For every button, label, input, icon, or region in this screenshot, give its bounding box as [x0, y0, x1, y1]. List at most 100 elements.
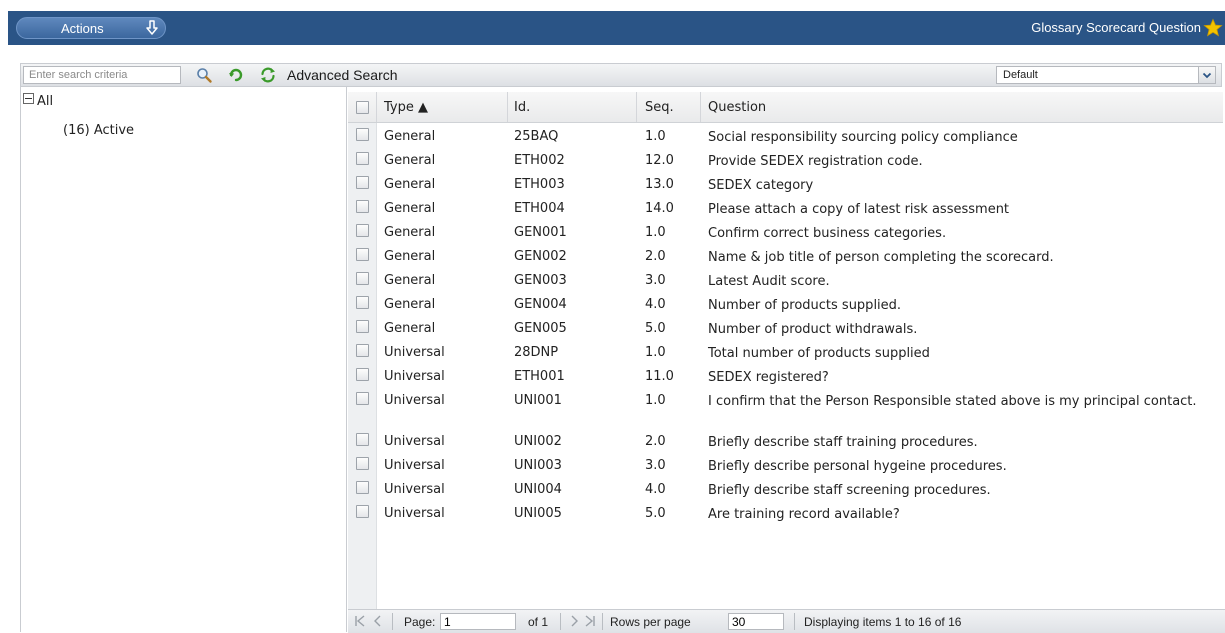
last-page-icon[interactable]	[584, 615, 596, 627]
row-checkbox[interactable]	[356, 152, 369, 165]
cell-question: Number of products supplied.	[708, 298, 902, 313]
display-summary: Displaying items 1 to 16 of 16	[804, 615, 962, 629]
top-bar: Actions Glossary Scorecard Question	[8, 11, 1225, 45]
favorite-star-icon[interactable]	[1203, 18, 1223, 38]
cell-id: GEN003	[514, 273, 567, 288]
cell-id: ETH001	[514, 369, 565, 384]
select-all-checkbox[interactable]	[356, 101, 369, 114]
table-row[interactable]: General 25BAQ 1.0 Social responsibility sou…	[348, 125, 1223, 149]
cell-question: Latest Audit score.	[708, 274, 830, 289]
table-row[interactable]: General ETH002 12.0 Provide SEDEX registrat…	[348, 149, 1223, 173]
cell-id: ETH003	[514, 177, 565, 192]
cell-id: UNI005	[514, 506, 562, 521]
previous-page-icon[interactable]	[372, 615, 384, 627]
row-checkbox[interactable]	[356, 505, 369, 518]
cell-type: Universal	[384, 369, 445, 384]
view-select-value: Default	[1003, 69, 1038, 81]
cell-type: General	[384, 177, 436, 192]
table-row[interactable]: Universal UNI005 5.0 Are training record av…	[348, 502, 1223, 526]
pagination-bar: Page: of 1 Rows per page Displaying item…	[348, 609, 1225, 633]
cell-question: Are training record available?	[708, 507, 900, 522]
cell-id: UNI001	[514, 393, 562, 408]
cell-seq: 1.0	[645, 345, 666, 360]
cell-id: 28DNP	[514, 345, 559, 360]
row-checkbox[interactable]	[356, 457, 369, 470]
row-checkbox[interactable]	[356, 433, 369, 446]
cell-id: UNI004	[514, 482, 562, 497]
cell-question: Briefly describe staff training procedur…	[708, 435, 978, 450]
table-row[interactable]: General GEN005 5.0 Number of product withdr…	[348, 317, 1223, 341]
table-row[interactable]: General ETH003 13.0 SEDEX category	[348, 173, 1223, 197]
cell-seq: 2.0	[645, 434, 666, 449]
cell-type: General	[384, 297, 436, 312]
clear-search-icon[interactable]	[227, 66, 245, 84]
cell-question: Social responsibility sourcing policy co…	[708, 130, 1018, 145]
row-checkbox[interactable]	[356, 176, 369, 189]
refresh-icon[interactable]	[259, 66, 277, 84]
cell-question: I confirm that the Person Responsible st…	[708, 394, 1197, 409]
table-row[interactable]: Universal 28DNP 1.0 Total number of product…	[348, 341, 1223, 365]
next-page-icon[interactable]	[568, 615, 580, 627]
cell-question: Total number of products supplied	[708, 346, 930, 361]
table-row[interactable]: Universal UNI004 4.0 Briefly describe staff…	[348, 478, 1223, 502]
cell-question: Number of product withdrawals.	[708, 322, 918, 337]
row-checkbox[interactable]	[356, 481, 369, 494]
search-icon[interactable]	[195, 66, 213, 84]
row-checkbox[interactable]	[356, 200, 369, 213]
cell-question: Please attach a copy of latest risk asse…	[708, 202, 1010, 217]
cell-id: GEN004	[514, 297, 567, 312]
tree-item-active[interactable]: (16) Active	[63, 123, 134, 138]
table-row[interactable]: General GEN004 4.0 Number of products suppl…	[348, 293, 1223, 317]
row-checkbox[interactable]	[356, 296, 369, 309]
table-row[interactable]: Universal UNI001 1.0 I confirm that the Per…	[348, 389, 1223, 413]
cell-seq: 4.0	[645, 297, 666, 312]
row-checkbox[interactable]	[356, 392, 369, 405]
row-checkbox[interactable]	[356, 320, 369, 333]
cell-id: UNI003	[514, 458, 562, 473]
actions-button[interactable]: Actions	[16, 17, 166, 39]
chevron-down-icon[interactable]	[1198, 67, 1215, 83]
tree-root-all[interactable]: All	[23, 93, 53, 109]
cell-type: General	[384, 321, 436, 336]
row-checkbox[interactable]	[356, 272, 369, 285]
row-checkbox[interactable]	[356, 368, 369, 381]
table-row[interactable]: Universal UNI002 2.0 Briefly describe staff…	[348, 430, 1223, 454]
actions-label: Actions	[61, 21, 104, 36]
row-checkbox[interactable]	[356, 128, 369, 141]
grid-header: Type ▲ Id. Seq. Question	[348, 92, 1223, 123]
column-header-type[interactable]: Type ▲	[384, 100, 428, 115]
table-row[interactable]: General GEN001 1.0 Confirm correct business…	[348, 221, 1223, 245]
question-grid: Type ▲ Id. Seq. Question General 25BAQ 1.0…	[348, 92, 1225, 632]
column-header-seq[interactable]: Seq.	[645, 100, 674, 115]
cell-type: Universal	[384, 482, 445, 497]
rows-per-page-input[interactable]	[728, 613, 784, 630]
cell-seq: 3.0	[645, 458, 666, 473]
cell-seq: 12.0	[645, 153, 674, 168]
page-count-label: of 1	[528, 615, 549, 629]
row-checkbox[interactable]	[356, 344, 369, 357]
cell-seq: 4.0	[645, 482, 666, 497]
table-row[interactable]: Universal UNI003 3.0 Briefly describe perso…	[348, 454, 1223, 478]
cell-seq: 3.0	[645, 273, 666, 288]
table-row[interactable]: General GEN002 2.0 Name & job title of pers…	[348, 245, 1223, 269]
table-row[interactable]: General ETH004 14.0 Please attach a copy of…	[348, 197, 1223, 221]
cell-id: GEN005	[514, 321, 567, 336]
advanced-search-link[interactable]: Advanced Search	[287, 67, 398, 83]
cell-type: Universal	[384, 345, 445, 360]
row-checkbox[interactable]	[356, 248, 369, 261]
cell-question: SEDEX registered?	[708, 370, 829, 385]
page-title: Glossary Scorecard Question	[1031, 20, 1201, 35]
cell-seq: 1.0	[645, 393, 666, 408]
collapse-icon[interactable]	[23, 93, 34, 104]
cell-type: General	[384, 129, 436, 144]
column-header-id[interactable]: Id.	[514, 100, 530, 115]
view-select[interactable]: Default	[996, 66, 1216, 84]
table-row[interactable]: General GEN003 3.0 Latest Audit score.	[348, 269, 1223, 293]
page-number-input[interactable]	[440, 613, 516, 630]
cell-type: General	[384, 273, 436, 288]
table-row[interactable]: Universal ETH001 11.0 SEDEX registered?	[348, 365, 1223, 389]
search-input[interactable]	[23, 66, 181, 84]
first-page-icon[interactable]	[354, 615, 366, 627]
row-checkbox[interactable]	[356, 224, 369, 237]
column-header-question[interactable]: Question	[708, 100, 766, 115]
